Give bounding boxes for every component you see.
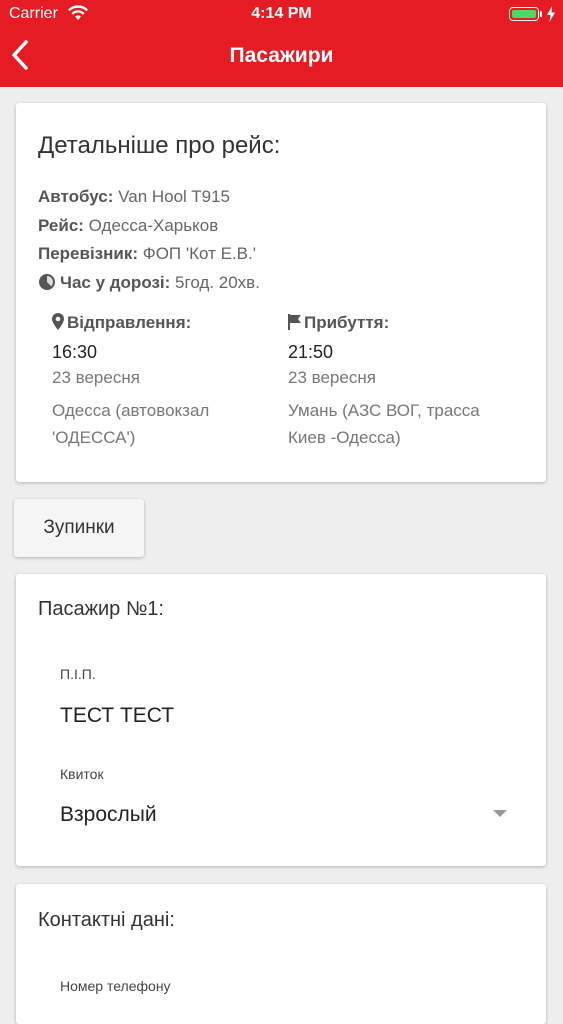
name-field[interactable]: ТЕСТ ТЕСТ bbox=[60, 704, 174, 728]
arrival-label: Прибуття: bbox=[304, 313, 390, 332]
carrier-label: Перевізник: bbox=[38, 244, 139, 263]
timer-icon bbox=[39, 274, 55, 290]
departure-place-line1: Одесса (автовокзал bbox=[52, 401, 210, 420]
ticket-select[interactable]: Взрослый bbox=[60, 803, 157, 827]
status-time: 4:14 PM bbox=[251, 5, 312, 22]
battery-tip bbox=[540, 11, 542, 17]
route-value: Одесса-Харьков bbox=[88, 216, 219, 235]
flag-icon bbox=[288, 314, 301, 330]
bus-value: Van Hool T915 bbox=[118, 187, 230, 206]
arrival-place-line1: Умань (АЗС ВОГ, трасса bbox=[288, 401, 480, 420]
trip-details-card: Детальніше про рейс: Автобус: Van Hool T… bbox=[16, 103, 546, 482]
duration-value: 5год. 20хв. bbox=[175, 273, 260, 292]
name-field-label: П.І.П. bbox=[60, 666, 96, 682]
page-title: Пасажири bbox=[229, 44, 334, 67]
departure-heading: Відправлення: bbox=[52, 313, 302, 337]
departure-place: Одесса (автовокзал 'ОДЕССА') bbox=[52, 397, 302, 451]
contacts-card: Контактні дані: Номер телефону bbox=[16, 884, 546, 1024]
map-pin-icon bbox=[52, 313, 64, 330]
passenger-card: Пасажир №1: П.І.П. ТЕСТ ТЕСТ Квиток Взро… bbox=[16, 574, 546, 866]
route-label: Рейс: bbox=[38, 216, 84, 235]
bus-info: Автобус: Van Hool T915 bbox=[38, 187, 230, 207]
duration-info: Час у дорозі: 5год. 20хв. bbox=[38, 273, 260, 293]
arrival-heading: Прибуття: bbox=[288, 313, 538, 337]
chevron-down-icon[interactable] bbox=[493, 810, 507, 817]
carrier-value: ФОП 'Кот Е.В.' bbox=[142, 244, 256, 263]
passenger-title: Пасажир №1: bbox=[38, 598, 164, 620]
departure-time: 16:30 bbox=[52, 342, 98, 362]
departure-label: Відправлення: bbox=[67, 313, 192, 332]
nav-bar: Пасажири bbox=[0, 30, 563, 87]
arrival-date: 23 вересня bbox=[288, 368, 376, 387]
route-info: Рейс: Одесса-Харьков bbox=[38, 216, 218, 236]
arrival-place-line2: Киев -Одесса) bbox=[288, 428, 401, 447]
ticket-field-label: Квиток bbox=[60, 766, 104, 782]
trip-details-title: Детальніше про рейс: bbox=[38, 132, 281, 159]
departure-place-line2: 'ОДЕССА') bbox=[52, 428, 136, 447]
carrier-info: Перевізник: ФОП 'Кот Е.В.' bbox=[38, 244, 256, 264]
phone-field-label: Номер телефону bbox=[60, 978, 171, 994]
app-header: Carrier 4:14 PM Пасажири bbox=[0, 0, 563, 87]
bus-label: Автобус: bbox=[38, 187, 114, 206]
contacts-title: Контактні дані: bbox=[38, 909, 175, 931]
duration-label: Час у дорозі: bbox=[60, 273, 171, 292]
arrival-column: Прибуття: 21:50 23 вересня Умань (АЗС ВО… bbox=[288, 313, 538, 451]
departure-column: Відправлення: 16:30 23 вересня Одесса (а… bbox=[52, 313, 302, 451]
arrival-time: 21:50 bbox=[288, 342, 334, 362]
charging-icon bbox=[547, 6, 555, 22]
battery-icon bbox=[509, 7, 539, 21]
departure-date: 23 вересня bbox=[52, 368, 140, 387]
arrival-place: Умань (АЗС ВОГ, трасса Киев -Одесса) bbox=[288, 397, 538, 451]
status-bar: Carrier 4:14 PM bbox=[0, 0, 563, 30]
stops-button[interactable]: Зупинки bbox=[14, 499, 144, 557]
